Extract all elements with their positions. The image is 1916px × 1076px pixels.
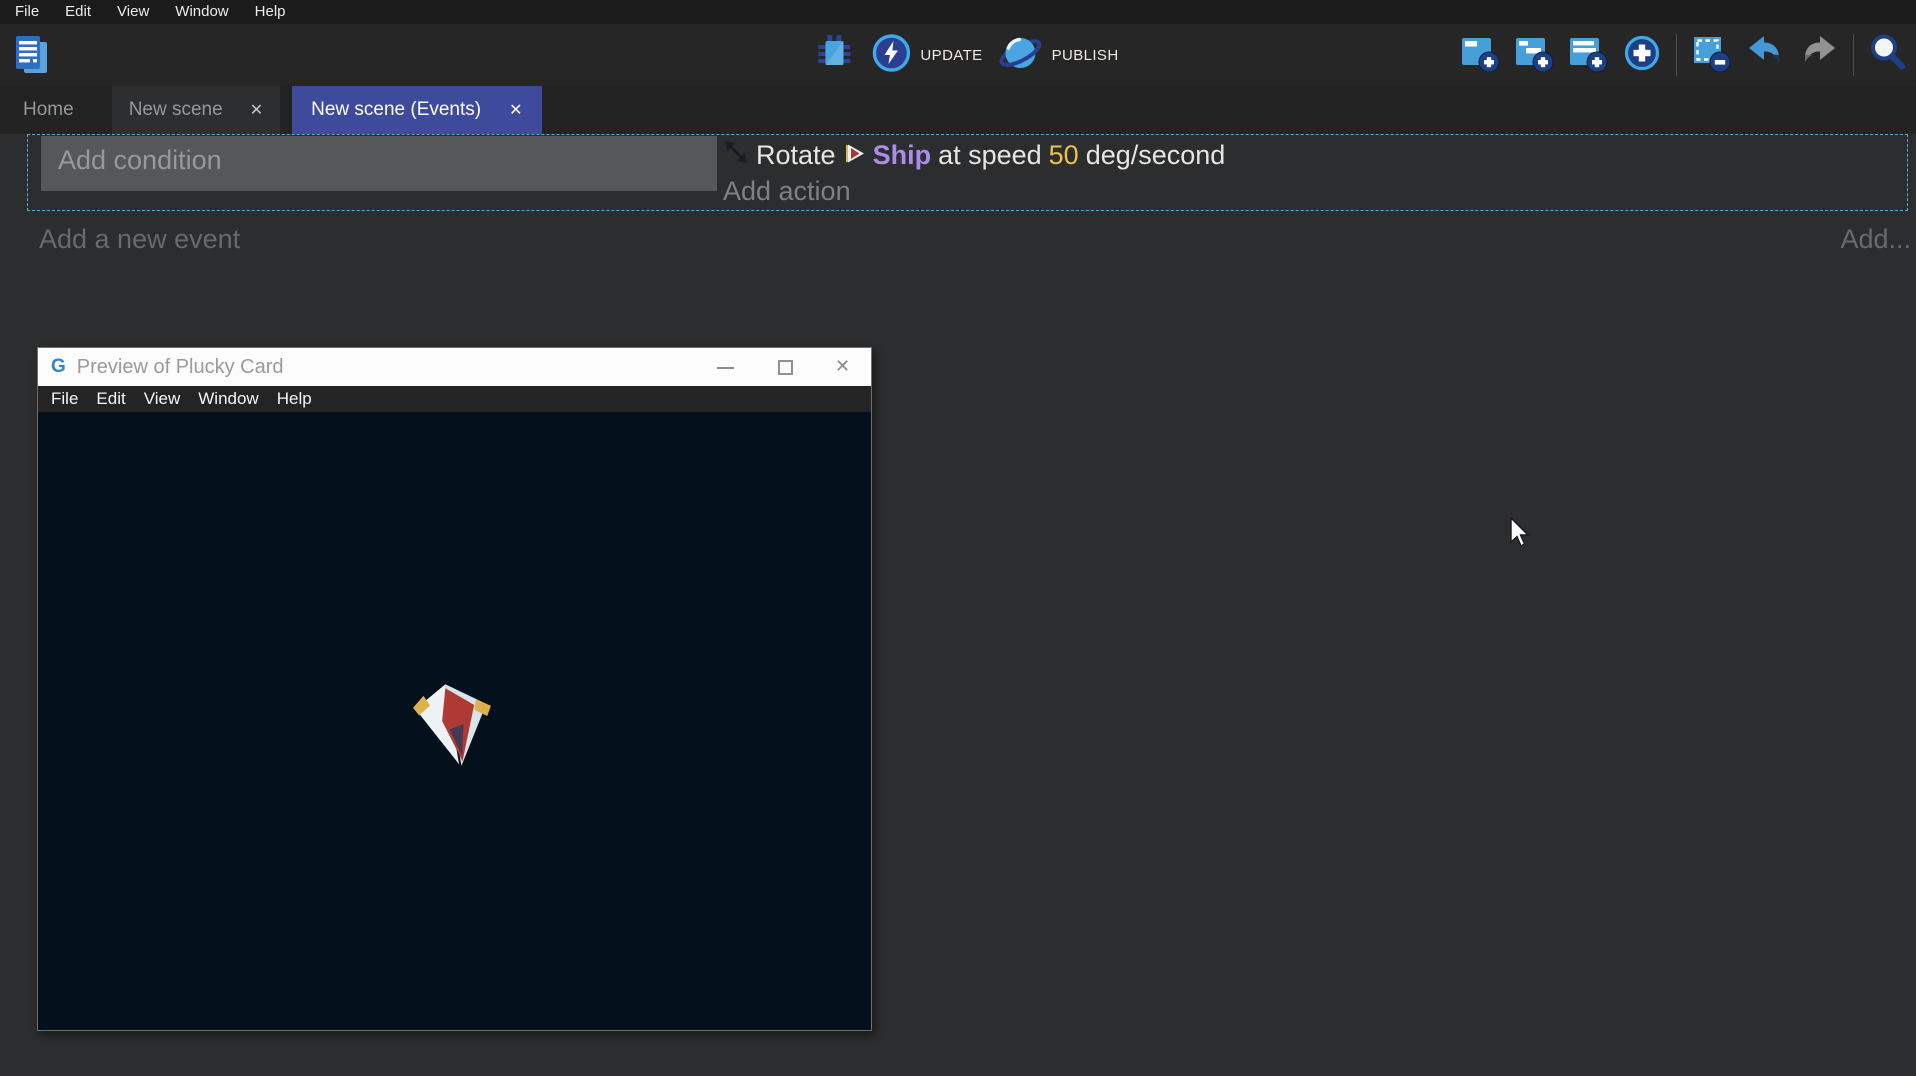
preview-menu-file[interactable]: File [42,389,87,409]
tab-close-icon[interactable]: ✕ [509,100,522,120]
add-subevent-icon[interactable] [1514,33,1554,78]
gdevelop-logo-icon: G [51,357,66,377]
publish-icon [999,32,1043,79]
tab-home-label: Home [23,99,74,121]
menu-file[interactable]: File [2,0,52,24]
preview-menu-window[interactable]: Window [189,389,267,409]
tab-home[interactable]: Home [0,86,97,134]
toolbar-separator [1676,34,1677,76]
main-toolbar: UPDATE PUBLISH [0,24,1916,86]
add-circle-icon[interactable] [1622,33,1662,78]
preview-window-title: Preview of Plucky Card [77,356,284,379]
ship-sprite [413,674,497,777]
search-icon[interactable] [1868,33,1908,78]
add-more-button[interactable]: Add... [1840,224,1911,255]
add-comment-event-icon[interactable] [1568,33,1608,78]
toolbar-center-group: UPDATE PUBLISH [813,24,1118,86]
menu-view[interactable]: View [104,0,162,24]
preview-titlebar[interactable]: G Preview of Plucky Card ✕ [38,348,871,386]
preview-menubar: File Edit View Window Help [38,386,871,412]
actions-column: Rotate Ship at speed 50 deg/second Add a… [723,136,1905,208]
tab-new-scene-events[interactable]: New scene (Events) ✕ [292,86,541,134]
add-condition-area[interactable]: Add condition [41,136,717,191]
toolbar-separator [1853,34,1854,76]
add-condition-placeholder: Add condition [41,136,717,176]
editor-tabbar: Home New scene ✕ New scene (Events) ✕ [0,86,1916,134]
maximize-icon[interactable] [778,360,793,375]
publish-button-label: PUBLISH [1052,47,1119,64]
rotate-arrows-icon [723,139,749,172]
preview-menu-help[interactable]: Help [268,389,321,409]
undo-icon[interactable] [1745,33,1785,78]
project-manager-icon[interactable] [13,34,51,82]
tab-close-icon[interactable]: ✕ [250,100,263,120]
menu-window[interactable]: Window [162,0,241,24]
add-event-icon[interactable] [1460,33,1500,78]
delete-selection-icon[interactable] [1691,33,1731,78]
tab-new-scene-label: New scene [129,99,223,121]
debug-icon[interactable] [813,32,855,79]
menu-edit[interactable]: Edit [52,0,104,24]
add-new-event-button[interactable]: Add a new event [39,224,240,255]
publish-button[interactable]: PUBLISH [999,32,1119,79]
toolbar-right-group [1460,24,1908,86]
close-icon[interactable]: ✕ [835,356,850,377]
minimize-icon[interactable] [717,367,734,369]
action-rotate-ship[interactable]: Rotate Ship at speed 50 deg/second [723,136,1905,174]
action-verb: Rotate [756,140,836,171]
add-action-placeholder[interactable]: Add action [723,174,1905,208]
add-event-row: Add a new event Add... [39,224,1911,255]
event-row[interactable]: Add condition Rotate [27,134,1908,211]
events-sheet: Add condition Rotate [0,134,1916,1076]
game-canvas[interactable] [38,412,871,1030]
preview-menu-edit[interactable]: Edit [87,389,134,409]
action-unit: deg/second [1086,140,1226,171]
app-menubar: File Edit View Window Help [0,0,1916,24]
update-button-label: UPDATE [920,47,982,64]
tab-new-scene[interactable]: New scene ✕ [112,86,280,134]
action-value: 50 [1049,140,1079,171]
update-button[interactable]: UPDATE [871,33,982,78]
preview-menu-view[interactable]: View [135,389,190,409]
menu-help[interactable]: Help [242,0,299,24]
tab-new-scene-events-label: New scene (Events) [311,99,481,121]
action-connector: at speed [938,140,1042,171]
update-icon [871,33,911,78]
preview-window: G Preview of Plucky Card ✕ File Edit Vie… [37,347,872,1031]
ship-object-icon [843,140,866,171]
redo-icon[interactable] [1799,33,1839,78]
action-object-name: Ship [873,140,932,171]
